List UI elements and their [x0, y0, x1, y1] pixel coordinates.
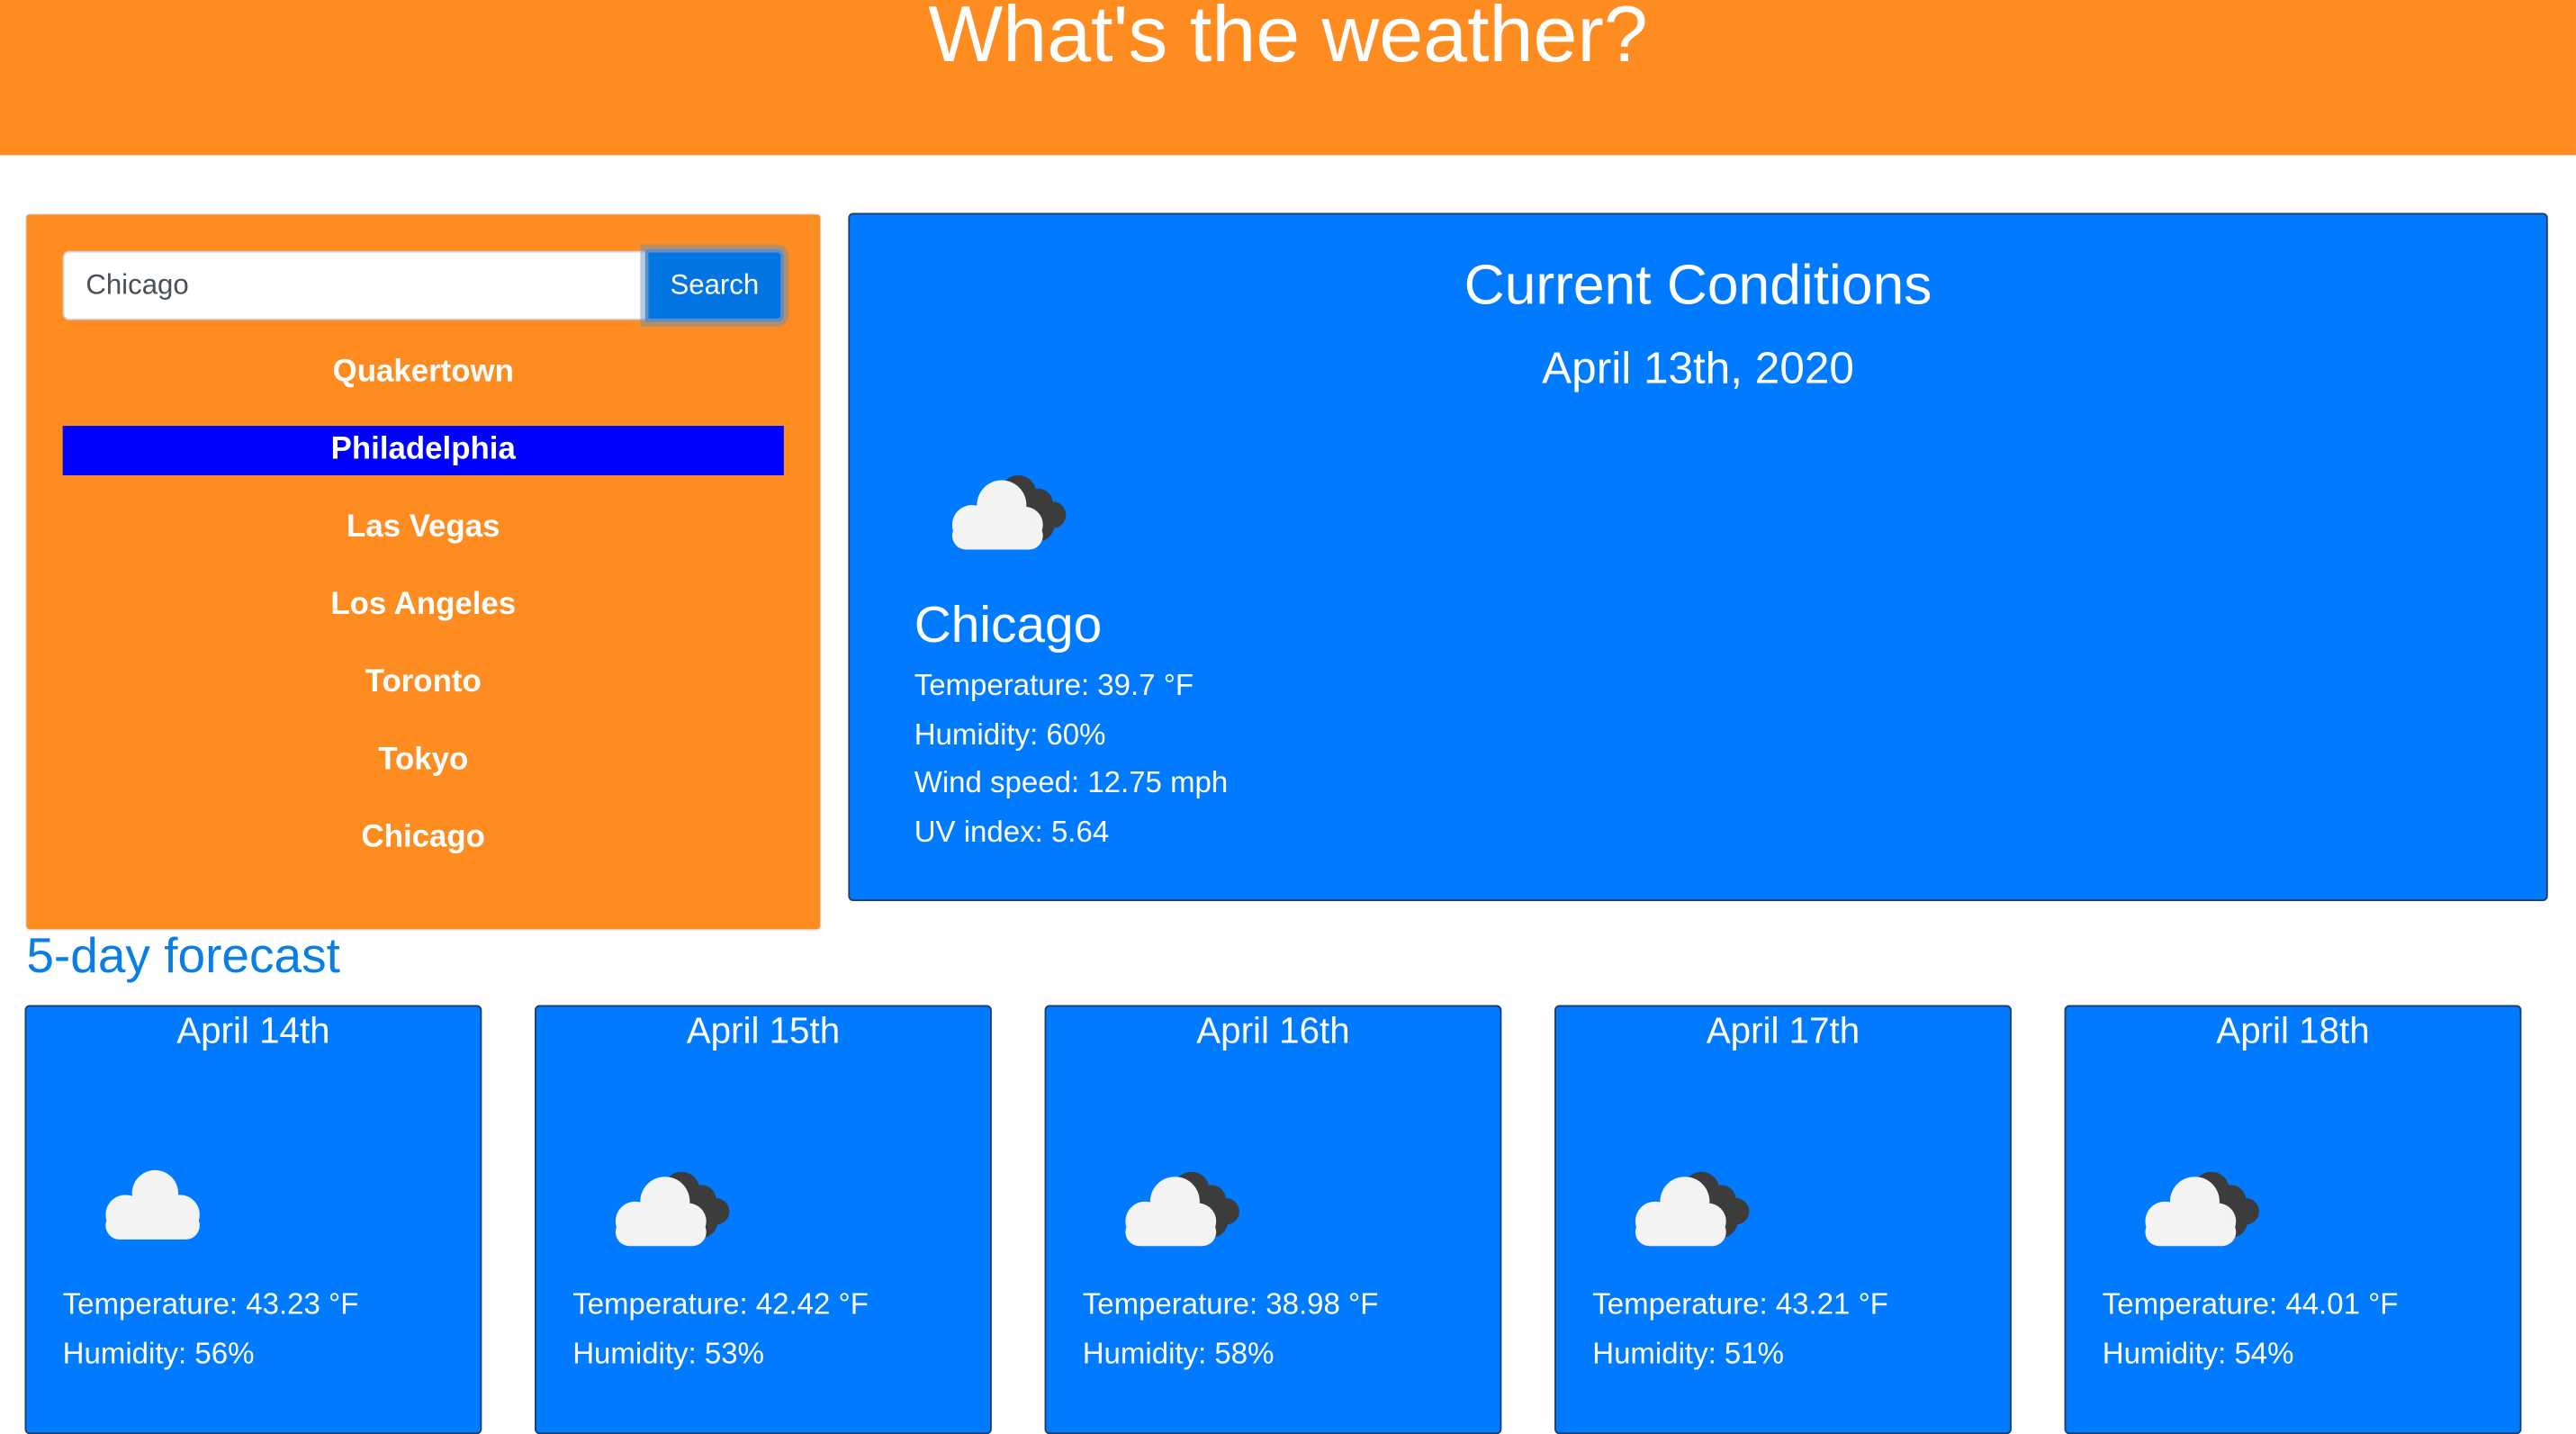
cloudy-icon	[1619, 1155, 1761, 1254]
current-humidity: Humidity: 60%	[914, 717, 1106, 752]
cloudy-icon	[599, 1155, 742, 1254]
forecast-humidity: Humidity: 58%	[1082, 1337, 1274, 1370]
weather-app: What's the weather? Search Quakertown Ph…	[0, 0, 2576, 1434]
current-temperature: Temperature: 39.7 °F	[914, 668, 1194, 702]
forecast-humidity: Humidity: 53%	[572, 1337, 764, 1370]
page-header: What's the weather?	[0, 0, 2576, 156]
city-item-quakertown[interactable]: Quakertown	[63, 348, 784, 398]
forecast-card: April 16th Temperature: 38.98 °F Humidit…	[1044, 1005, 1502, 1434]
current-conditions-panel: Current Conditions April 13th, 2020 Chic…	[848, 212, 2548, 902]
forecast-card: April 14th Temperature: 43.23 °F Humidit…	[24, 1005, 482, 1434]
city-search-input[interactable]	[62, 250, 647, 320]
forecast-card: April 18th Temperature: 44.01 °F Humidit…	[2064, 1005, 2522, 1434]
search-button[interactable]: Search	[644, 248, 784, 322]
current-wind-speed: Wind speed: 12.75 mph	[914, 765, 1229, 799]
cloudy-icon	[936, 459, 1078, 558]
forecast-temperature: Temperature: 44.01 °F	[2102, 1287, 2399, 1321]
city-item-tokyo[interactable]: Tokyo	[63, 736, 784, 786]
city-item-chicago[interactable]: Chicago	[63, 814, 784, 863]
city-item-las-vegas[interactable]: Las Vegas	[63, 503, 784, 553]
forecast-date: April 16th	[1196, 1010, 1350, 1051]
forecast-humidity: Humidity: 51%	[1592, 1337, 1784, 1370]
forecast-date: April 14th	[176, 1010, 330, 1051]
forecast-humidity: Humidity: 54%	[2102, 1337, 2294, 1370]
forecast-temperature: Temperature: 42.42 °F	[572, 1287, 869, 1321]
current-city-name: Chicago	[914, 595, 1103, 654]
city-item-los-angeles[interactable]: Los Angeles	[63, 581, 784, 630]
forecast-humidity: Humidity: 56%	[62, 1337, 255, 1370]
city-item-toronto[interactable]: Toronto	[63, 659, 784, 708]
forecast-date: April 17th	[1706, 1010, 1860, 1051]
cloudy-icon	[2129, 1155, 2271, 1254]
current-conditions-heading: Current Conditions	[1464, 254, 1932, 318]
forecast-card: April 15th Temperature: 42.42 °F Humidit…	[535, 1005, 992, 1434]
forecast-heading: 5-day forecast	[26, 929, 340, 984]
forecast-temperature: Temperature: 38.98 °F	[1082, 1287, 1379, 1321]
forecast-temperature: Temperature: 43.23 °F	[62, 1287, 359, 1321]
current-uv-index: UV index: 5.64	[914, 815, 1110, 849]
forecast-temperature: Temperature: 43.21 °F	[1592, 1287, 1888, 1321]
cloudy-icon	[1109, 1155, 1251, 1254]
forecast-date: April 18th	[2216, 1010, 2370, 1051]
cloud-icon	[89, 1155, 231, 1254]
current-date: April 13th, 2020	[1542, 343, 1854, 393]
city-item-philadelphia[interactable]: Philadelphia	[62, 426, 784, 476]
forecast-date: April 15th	[686, 1010, 841, 1051]
search-sidebar: Search Quakertown Philadelphia Las Vegas…	[26, 214, 821, 930]
forecast-card: April 17th Temperature: 43.21 °F Humidit…	[1554, 1005, 2012, 1434]
page-title: What's the weather?	[928, 0, 1648, 80]
